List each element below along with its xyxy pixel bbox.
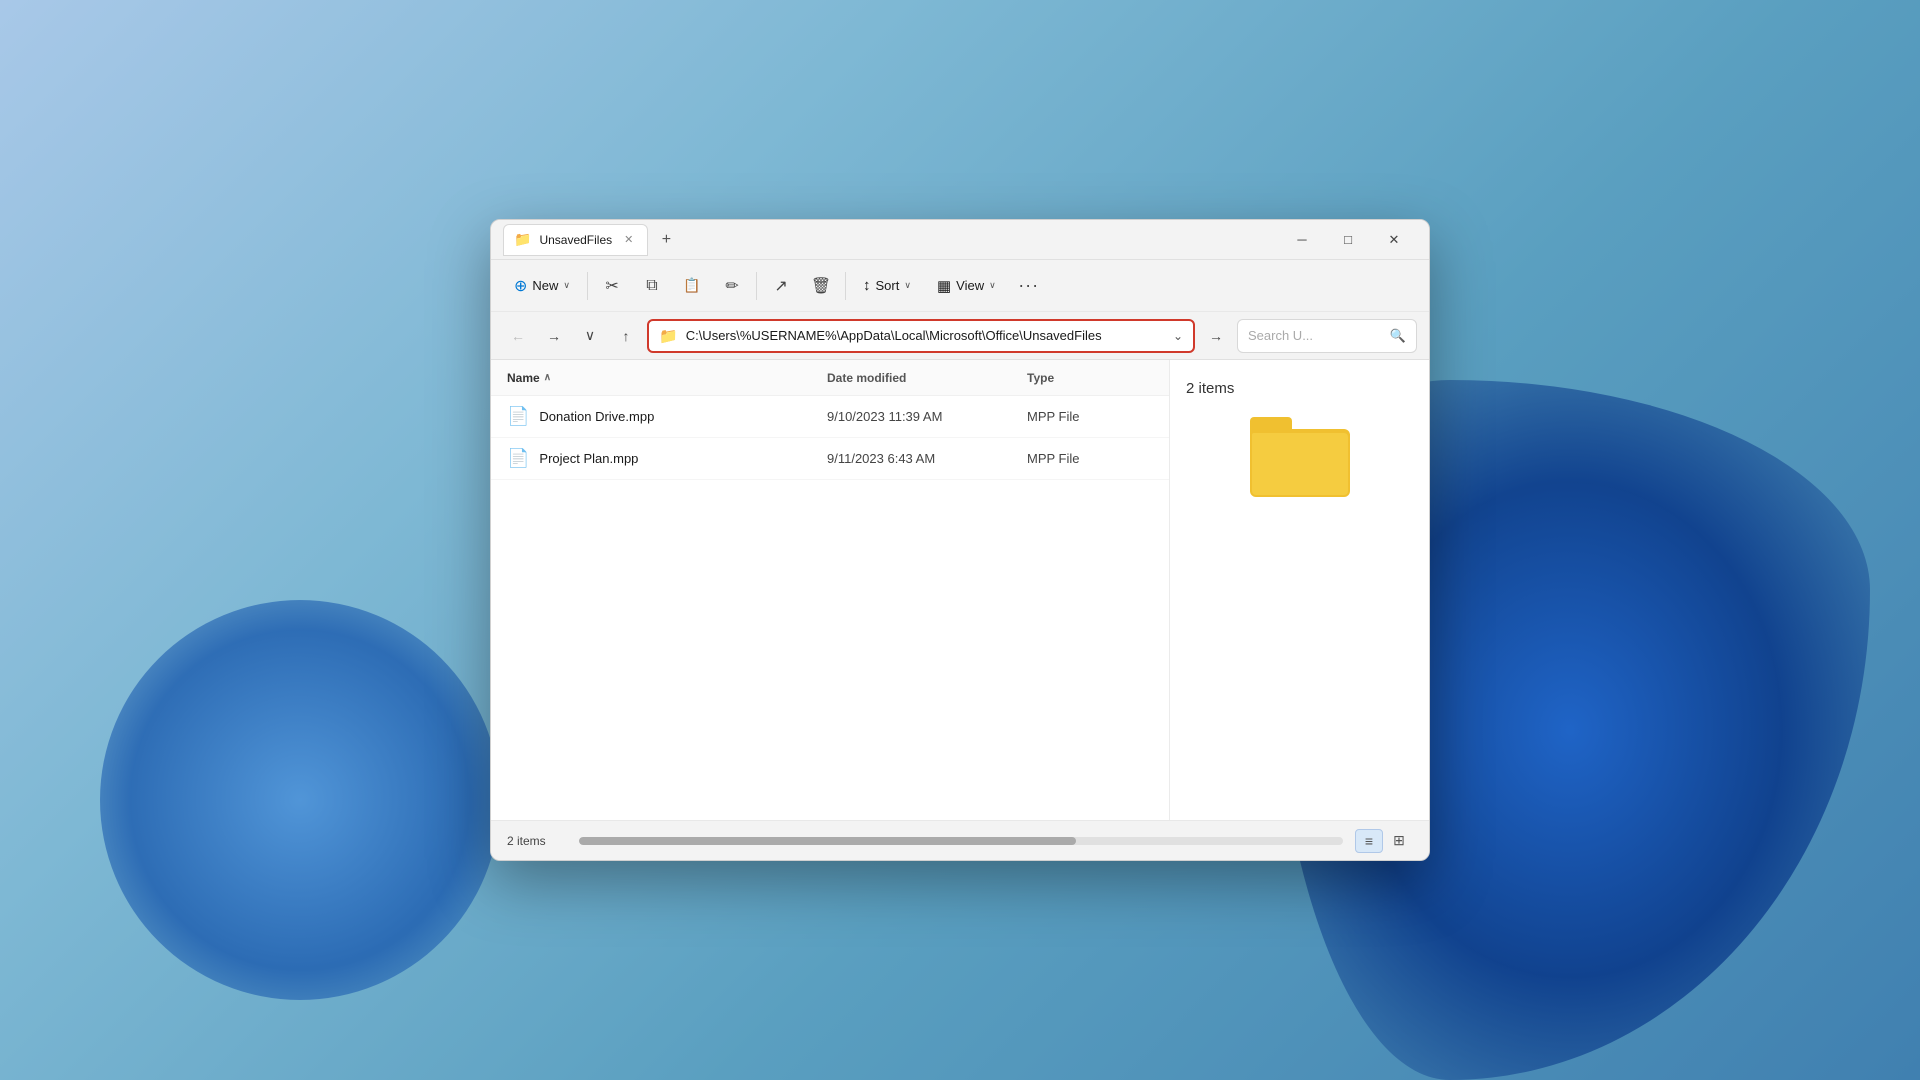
title-bar: 📁 UnsavedFiles ✕ + ─ □ ✕ (491, 220, 1429, 260)
file-icon: 📄 (507, 448, 529, 469)
share-icon: ↗ (774, 276, 787, 296)
rename-button[interactable]: ✏ (714, 268, 750, 304)
toolbar-separator-1 (587, 272, 588, 300)
status-item-count: 2 items (507, 834, 567, 848)
search-icon: 🔍 (1390, 328, 1406, 344)
back-icon: ← (511, 328, 525, 344)
forward-button[interactable]: → (539, 321, 569, 351)
file-name: Donation Drive.mpp (539, 409, 654, 424)
up-button[interactable]: ↑ (611, 321, 641, 351)
column-date-header[interactable]: Date modified (827, 371, 1027, 385)
column-name-header[interactable]: Name ∧ (507, 371, 827, 385)
sort-label: Sort (876, 278, 900, 293)
toolbar-separator-3 (845, 272, 846, 300)
file-type: MPP File (1027, 409, 1080, 424)
toolbar: ⊕ New ∨ ✂ ⧉ 📋 ✏ ↗ 🗑 ↕ Sort ∨ ▦ (491, 260, 1429, 312)
list-view-icon: ≡ (1365, 833, 1373, 849)
tab-folder-icon: 📁 (514, 231, 531, 248)
file-name-cell: 📄 Donation Drive.mpp (507, 406, 827, 427)
recent-locations-button[interactable]: ∨ (575, 321, 605, 351)
new-tab-button[interactable]: + (652, 226, 680, 254)
folder-body-inner (1252, 433, 1348, 495)
tab-container: 📁 UnsavedFiles ✕ + (503, 224, 1279, 256)
view-button[interactable]: ▦ View ∨ (926, 271, 1007, 301)
sort-chevron: ∨ (904, 280, 911, 291)
status-bar: 2 items ≡ ⊞ (491, 820, 1429, 860)
preview-panel: 2 items (1169, 360, 1429, 820)
rename-icon: ✏ (725, 276, 738, 296)
tab-title: UnsavedFiles (539, 233, 612, 247)
delete-icon: 🗑 (811, 276, 831, 296)
column-name-label: Name (507, 371, 540, 385)
grid-view-icon: ⊞ (1393, 832, 1405, 849)
active-tab[interactable]: 📁 UnsavedFiles ✕ (503, 224, 648, 256)
new-button[interactable]: ⊕ New ∨ (503, 270, 581, 302)
scrollbar-thumb (579, 837, 1076, 845)
file-list: Name ∧ Date modified Type 📄 Donation Dri… (491, 360, 1169, 820)
address-bar[interactable]: 📁 C:\Users\%USERNAME%\AppData\Local\Micr… (647, 319, 1195, 353)
address-dropdown-icon[interactable]: ⌄ (1173, 329, 1183, 343)
view-toggle: ≡ ⊞ (1355, 829, 1413, 853)
file-row[interactable]: 📄 Donation Drive.mpp 9/10/2023 11:39 AM … (491, 396, 1169, 438)
paste-icon: 📋 (683, 277, 700, 294)
cut-button[interactable]: ✂ (594, 268, 630, 304)
delete-button[interactable]: 🗑 (803, 268, 839, 304)
grid-view-button[interactable]: ⊞ (1385, 829, 1413, 853)
file-name: Project Plan.mpp (539, 451, 638, 466)
file-list-header: Name ∧ Date modified Type (491, 360, 1169, 396)
minimize-button[interactable]: ─ (1279, 224, 1325, 256)
list-view-button[interactable]: ≡ (1355, 829, 1383, 853)
recent-icon: ∨ (585, 327, 595, 344)
paste-button[interactable]: 📋 (674, 268, 710, 304)
window-controls: ─ □ ✕ (1279, 224, 1417, 256)
file-name-cell: 📄 Project Plan.mpp (507, 448, 827, 469)
folder-body (1250, 429, 1350, 497)
share-button[interactable]: ↗ (763, 268, 799, 304)
horizontal-scrollbar[interactable] (579, 837, 1343, 845)
column-type-header[interactable]: Type (1027, 371, 1054, 385)
tab-close-button[interactable]: ✕ (620, 231, 637, 248)
file-explorer-window: 📁 UnsavedFiles ✕ + ─ □ ✕ ⊕ New ∨ ✂ ⧉ 📋 (490, 219, 1430, 861)
address-path: C:\Users\%USERNAME%\AppData\Local\Micros… (686, 328, 1165, 343)
maximize-button[interactable]: □ (1325, 224, 1371, 256)
address-go-button[interactable]: → (1201, 321, 1231, 351)
file-date: 9/10/2023 11:39 AM (827, 409, 1027, 424)
file-type: MPP File (1027, 451, 1080, 466)
column-name-sort-icon: ∧ (544, 372, 551, 383)
new-icon: ⊕ (514, 276, 527, 296)
view-icon: ▦ (937, 277, 951, 295)
file-row[interactable]: 📄 Project Plan.mpp 9/11/2023 6:43 AM MPP… (491, 438, 1169, 480)
preview-folder-icon (1250, 417, 1350, 497)
close-button[interactable]: ✕ (1371, 224, 1417, 256)
more-options-button[interactable]: ··· (1011, 268, 1047, 304)
search-placeholder: Search U... (1248, 328, 1384, 343)
file-icon: 📄 (507, 406, 529, 427)
file-date: 9/11/2023 6:43 AM (827, 451, 1027, 466)
up-icon: ↑ (623, 328, 630, 344)
copy-button[interactable]: ⧉ (634, 268, 670, 304)
copy-icon: ⧉ (646, 277, 657, 295)
sort-button[interactable]: ↕ Sort ∨ (852, 271, 922, 300)
content-area: Name ∧ Date modified Type 📄 Donation Dri… (491, 360, 1429, 820)
search-bar[interactable]: Search U... 🔍 (1237, 319, 1417, 353)
cut-icon: ✂ (605, 276, 618, 296)
new-chevron: ∨ (563, 280, 570, 291)
toolbar-separator-2 (756, 272, 757, 300)
back-button[interactable]: ← (503, 321, 533, 351)
sort-icon: ↕ (863, 277, 871, 294)
new-label: New (532, 278, 558, 293)
view-label: View (956, 278, 984, 293)
forward-icon: → (547, 328, 561, 344)
address-folder-icon: 📁 (659, 327, 678, 345)
view-chevron: ∨ (989, 280, 996, 291)
preview-item-count: 2 items (1186, 380, 1234, 397)
address-bar-row: ← → ∨ ↑ 📁 C:\Users\%USERNAME%\AppData\Lo… (491, 312, 1429, 360)
